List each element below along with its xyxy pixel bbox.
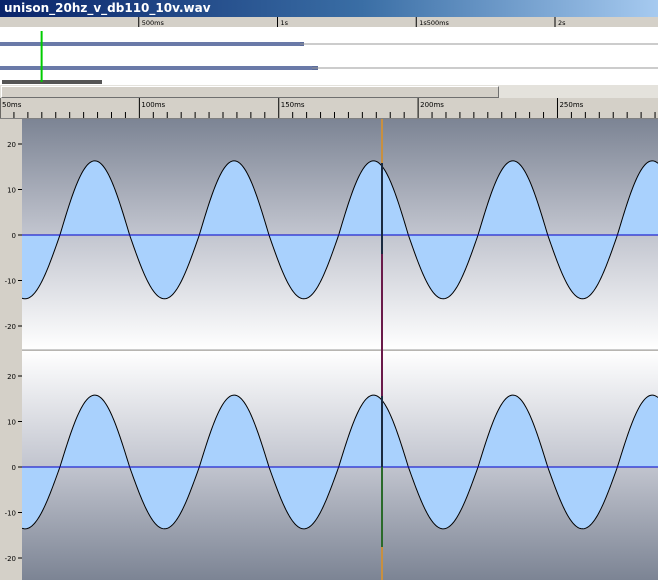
waveform-view[interactable] bbox=[22, 119, 658, 580]
window-title: unison_20hz_v_db110_10v.wav bbox=[4, 1, 211, 15]
scrollbar-thumb[interactable] bbox=[1, 86, 499, 98]
ruler-label: 50ms bbox=[2, 101, 22, 109]
overview-ruler-label: 1s bbox=[281, 19, 289, 27]
amplitude-label: 20 bbox=[7, 141, 16, 149]
ruler-label: 250ms bbox=[559, 101, 583, 109]
amplitude-label: -20 bbox=[5, 323, 16, 331]
overview-selection-hatch bbox=[2, 80, 102, 84]
amplitude-label: -10 bbox=[5, 510, 16, 518]
amplitude-label: 0 bbox=[12, 232, 16, 240]
horizontal-scrollbar[interactable] bbox=[0, 85, 658, 98]
channel-2[interactable] bbox=[22, 351, 658, 580]
amplitude-label: 20 bbox=[7, 373, 16, 381]
amplitude-label: 0 bbox=[12, 464, 16, 472]
channel-1[interactable] bbox=[22, 119, 658, 350]
amplitude-scale: 20 10 0 -10 -20 20 10 0 -10 -20 bbox=[0, 119, 22, 580]
ruler-label: 200ms bbox=[420, 101, 444, 109]
overview-channel-1-strip bbox=[0, 42, 300, 46]
overview-ruler-label: 1s500ms bbox=[419, 19, 449, 27]
overview-panel[interactable]: 500ms 1s 1s500ms 2s bbox=[0, 17, 658, 85]
overview-ruler-label: 2s bbox=[558, 19, 566, 27]
ruler-label: 100ms bbox=[141, 101, 165, 109]
ruler-label: 150ms bbox=[281, 101, 305, 109]
amplitude-label: 10 bbox=[7, 187, 16, 195]
overview-channel-2-strip bbox=[0, 66, 312, 70]
time-ruler[interactable]: 50ms 100ms 150ms 200ms 250ms bbox=[0, 98, 658, 119]
title-bar: unison_20hz_v_db110_10v.wav bbox=[0, 0, 658, 17]
overview-ruler-label: 500ms bbox=[142, 19, 165, 27]
amplitude-label: -10 bbox=[5, 278, 16, 286]
amplitude-label: -20 bbox=[5, 555, 16, 563]
amplitude-label: 10 bbox=[7, 419, 16, 427]
